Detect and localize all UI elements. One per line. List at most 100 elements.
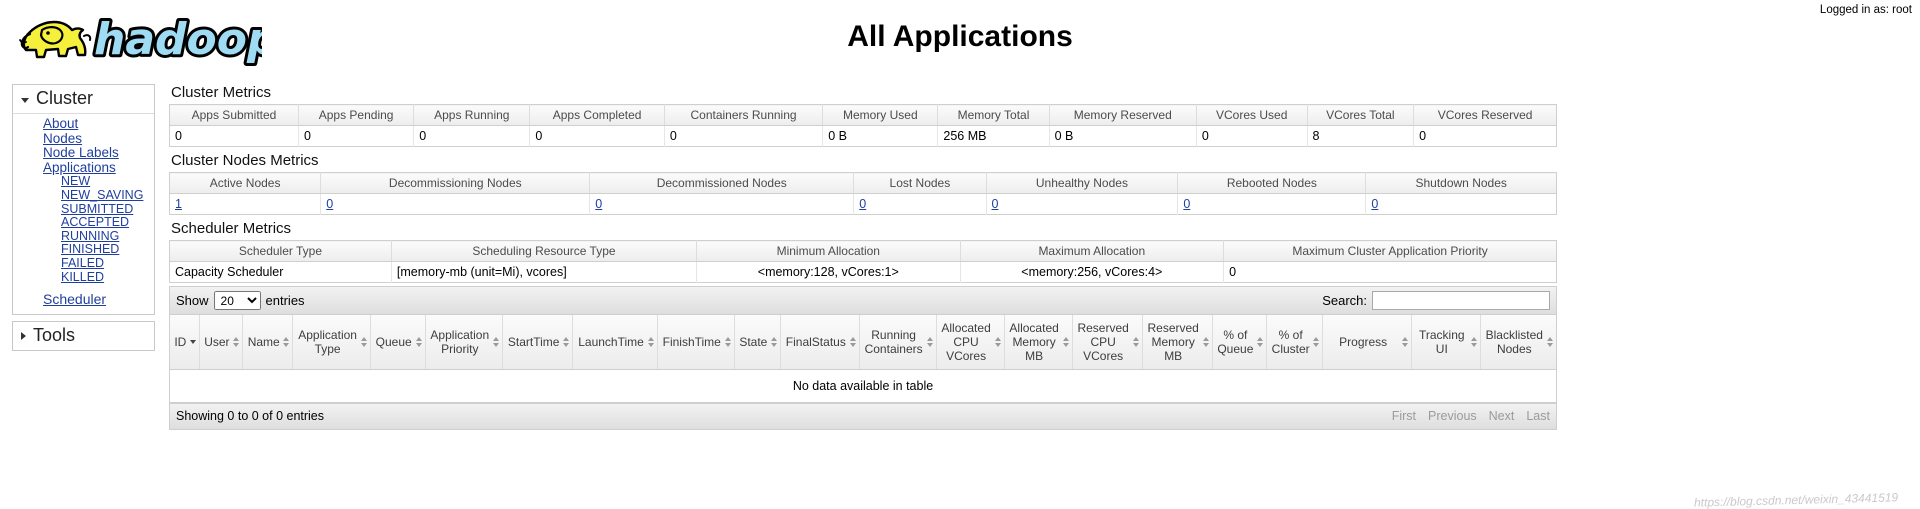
column-header-finishtime[interactable]: FinishTime [657,315,735,370]
column-header-user[interactable]: User [199,315,244,370]
sidebar-item-scheduler[interactable]: Scheduler [13,292,154,308]
column-header-name[interactable]: Name [242,315,294,370]
column-header-starttime[interactable]: StartTime [502,315,574,370]
sort-arrows-icon[interactable] [994,336,1001,347]
active-nodes-link[interactable]: 1 [175,197,182,211]
unhealthy-nodes-link[interactable]: 0 [992,197,999,211]
sidebar-item-state-running[interactable]: RUNNING [13,229,154,244]
column-header-allocated-cpu-vcores[interactable]: Allocated CPU VCores [936,315,1005,370]
cell-shutdown-nodes[interactable]: 0 [1366,194,1557,215]
sort-arrows-icon[interactable] [1313,336,1320,347]
sort-arrows-icon[interactable] [1062,336,1069,347]
sort-arrows-icon[interactable] [1132,336,1139,347]
column-header-label: Name [247,334,280,349]
sort-arrows-icon[interactable] [1547,336,1553,347]
watermark-text: https://blog.csdn.net/weixin_43441519 [1693,490,1899,509]
chevron-down-icon[interactable] [21,97,29,103]
sort-arrows-icon[interactable] [233,336,240,347]
sidebar-item-label[interactable]: Applications [43,160,116,175]
column-header-finalstatus[interactable]: FinalStatus [780,315,860,370]
cell-decommissioning-nodes[interactable]: 0 [320,193,591,215]
cell-lost-nodes[interactable]: 0 [853,193,987,215]
sort-arrows-icon[interactable] [1202,336,1209,347]
column-header-reserved-memory-mb[interactable]: Reserved Memory MB [1142,315,1213,370]
sidebar-item-state-accepted[interactable]: ACCEPTED [13,215,154,230]
sort-arrows-icon[interactable] [563,336,570,347]
column-header-allocated-memory-mb[interactable]: Allocated Memory MB [1004,315,1073,370]
sidebar-item-label[interactable]: About [43,116,78,131]
sidebar-item-label[interactable]: ACCEPTED [61,215,129,229]
pagination-last[interactable]: Last [1526,409,1550,423]
decommissioning-nodes-link[interactable]: 0 [326,197,333,211]
sidebar-item-state-killed[interactable]: KILLED [13,270,154,285]
pagination-next[interactable]: Next [1489,409,1515,423]
page-length-select[interactable]: 20 40 60 80 100 [213,291,261,310]
column-header-tracking-ui[interactable]: Tracking UI [1411,315,1481,370]
shutdown-nodes-link[interactable]: 0 [1371,197,1378,211]
column-header-percent-of-cluster[interactable]: % of Cluster [1266,315,1324,370]
cell-rebooted-nodes[interactable]: 0 [1177,193,1367,215]
sidebar-item-label[interactable]: RUNNING [61,229,119,243]
column-header-application-type[interactable]: Application Type [292,315,371,370]
column-header-progress[interactable]: Progress [1322,315,1412,370]
sort-arrows-icon[interactable] [1470,336,1477,347]
search-input[interactable] [1372,291,1550,310]
sidebar-item-label[interactable]: FAILED [61,256,104,270]
table-row: 0 0 0 0 0 0 B 256 MB 0 B 0 8 0 [169,125,1557,147]
sidebar-item-label[interactable]: Scheduler [43,291,106,307]
column-header: Memory Reserved [1049,104,1197,126]
sidebar-cluster-header[interactable]: Cluster [13,85,154,114]
sort-arrows-icon[interactable] [926,336,933,347]
column-header-running-containers[interactable]: Running Containers [859,315,937,370]
sidebar-item-state-submitted[interactable]: SUBMITTED [13,202,154,217]
sidebar-item-state-new[interactable]: NEW [13,175,154,189]
cell-unhealthy-nodes[interactable]: 0 [986,193,1179,215]
sort-arrows-icon[interactable] [1257,336,1264,347]
sort-arrows-icon[interactable] [189,339,196,344]
sidebar-item-label[interactable]: NEW [61,174,90,189]
column-header-percent-of-queue[interactable]: % of Queue [1212,315,1268,370]
sidebar-item-state-failed[interactable]: FAILED [13,256,154,271]
sidebar-item-state-finished[interactable]: FINISHED [13,243,154,257]
sort-arrows-icon[interactable] [283,336,290,347]
sidebar-item-nodes[interactable]: Nodes [13,131,154,147]
sort-arrows-icon[interactable] [415,336,422,347]
column-header-application-priority[interactable]: Application Priority [425,315,504,370]
sidebar-section-tools[interactable]: Tools [12,320,155,351]
sort-arrows-icon[interactable] [493,336,500,347]
sort-arrows-icon[interactable] [647,336,654,347]
sidebar-item-state-new-saving[interactable]: NEW_SAVING [13,188,154,203]
cell-decommissioned-nodes[interactable]: 0 [589,193,855,215]
sort-arrows-icon[interactable] [770,336,777,347]
entries-label: entries [265,293,305,308]
lost-nodes-link[interactable]: 0 [859,197,866,211]
sidebar-item-label[interactable]: Node Labels [43,145,119,160]
sidebar-item-label[interactable]: SUBMITTED [61,202,133,216]
sidebar-item-applications[interactable]: Applications [13,160,154,176]
sort-arrows-icon[interactable] [360,336,367,347]
pagination-first[interactable]: First [1392,409,1416,423]
sidebar-item-about[interactable]: About [13,116,154,132]
column-header-blacklisted-nodes[interactable]: Blacklisted Nodes [1480,315,1556,370]
sidebar-item-label[interactable]: Nodes [43,131,82,146]
sidebar-item-node-labels[interactable]: Node Labels [13,145,154,161]
sort-arrows-icon[interactable] [1401,336,1408,347]
column-header-id[interactable]: ID [170,315,200,370]
column-header-state[interactable]: State [734,315,781,370]
sidebar-item-label[interactable]: FINISHED [61,242,119,257]
pagination-previous[interactable]: Previous [1428,409,1477,423]
sort-arrows-icon[interactable] [724,336,731,347]
sidebar-item-label[interactable]: NEW_SAVING [61,188,143,202]
column-header-queue[interactable]: Queue [370,315,426,370]
column-header-launchtime[interactable]: LaunchTime [572,315,658,370]
sidebar-tools-header[interactable]: Tools [13,322,154,350]
rebooted-nodes-link[interactable]: 0 [1183,197,1190,211]
chevron-right-icon[interactable] [21,331,26,340]
cell-active-nodes[interactable]: 1 [169,193,322,215]
sidebar-item-label[interactable]: KILLED [61,270,104,284]
decommissioned-nodes-link[interactable]: 0 [595,197,602,211]
column-header-reserved-cpu-vcores[interactable]: Reserved CPU VCores [1072,315,1143,370]
page-length-control: Show 20 40 60 80 100 entries [176,291,305,310]
cell-vcores-used: 0 [1196,125,1308,147]
sort-arrows-icon[interactable] [849,336,856,347]
